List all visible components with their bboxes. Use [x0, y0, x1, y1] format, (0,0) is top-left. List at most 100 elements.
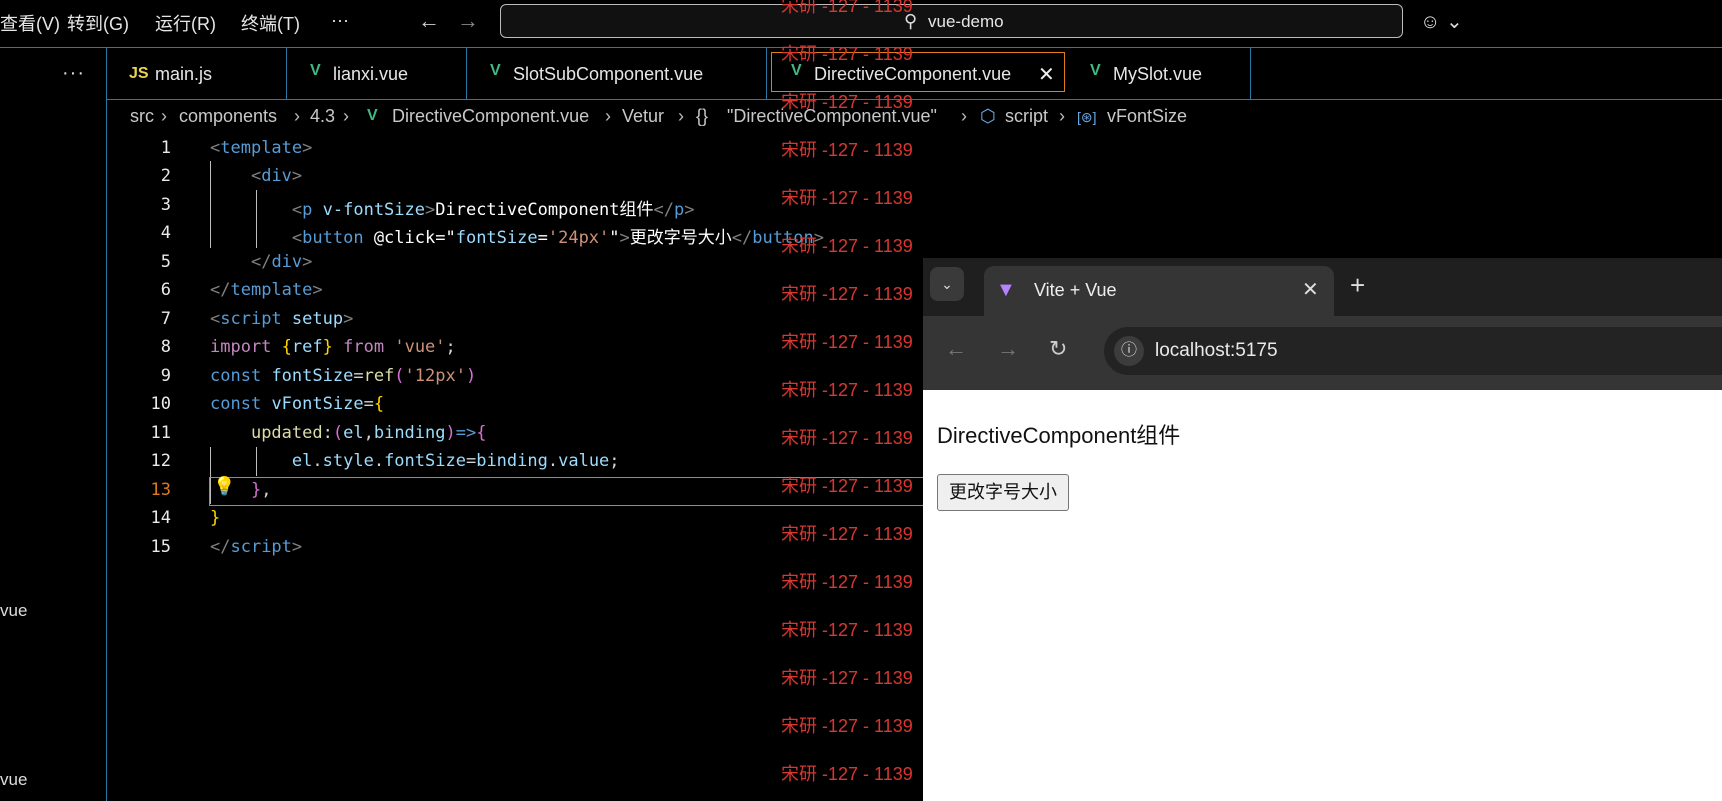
watermark-text: 宋研 -127 - 1139 [781, 572, 913, 592]
tab-myslot-vue[interactable]: V MySlot.vue [1067, 48, 1251, 100]
watermark-text: 宋研 -127 - 1139 [781, 140, 913, 160]
site-info-icon[interactable]: ⓘ [1114, 336, 1144, 366]
line-number: 11 [150, 423, 171, 443]
breadcrumb: src › components › 4.3 › V DirectiveComp… [107, 102, 1722, 132]
tab-label: DirectiveComponent.vue [814, 64, 1012, 84]
line-number: 7 [160, 309, 171, 329]
back-arrow-icon[interactable]: ← [945, 336, 967, 362]
close-tab-icon[interactable]: ✕ [1038, 62, 1055, 87]
reload-icon[interactable]: ↻ [1049, 336, 1067, 362]
chevron-right-icon: › [605, 106, 611, 126]
command-center-search[interactable]: ⚲ vue-demo [500, 4, 1403, 38]
line-number: 4 [160, 223, 171, 243]
new-tab-plus-icon[interactable]: + [1350, 270, 1365, 301]
tab-search-chevron-icon[interactable]: ⌄ [930, 267, 964, 301]
tab-main-js[interactable]: JS main.js [107, 48, 287, 100]
watermark-text: 宋研 -127 - 1139 [781, 476, 913, 496]
tab-label: MySlot.vue [1113, 64, 1203, 84]
vue-file-icon: V [310, 62, 321, 79]
forward-arrow-icon[interactable]: → [457, 8, 479, 34]
breadcrumb-folder[interactable]: 4.3 [310, 106, 335, 127]
chevron-right-icon: › [161, 106, 167, 126]
explorer-item[interactable]: vue [0, 770, 27, 790]
breadcrumb-vetur[interactable]: Vetur [622, 106, 664, 127]
menu-terminal[interactable]: 终端(T) [241, 10, 300, 36]
explorer-item[interactable]: vue [0, 601, 27, 621]
code-line-12: el.style.fontSize=binding.value; [291, 451, 620, 471]
tab-label: lianxi.vue [333, 64, 409, 84]
line-number: 15 [150, 537, 171, 557]
code-line-1: <template> [210, 138, 313, 158]
line-number: 5 [160, 252, 171, 272]
forward-arrow-icon[interactable]: → [997, 336, 1019, 362]
menu-more[interactable]: ··· [331, 10, 349, 31]
page-paragraph: DirectiveComponent组件 [937, 423, 1181, 448]
cube-icon: ⬡ [980, 106, 996, 126]
vue-file-icon: V [1090, 62, 1101, 79]
menu-run[interactable]: 运行(R) [155, 10, 216, 36]
browser-tab-active[interactable]: ▼ Vite + Vue ✕ [984, 266, 1334, 316]
back-arrow-icon[interactable]: ← [418, 8, 440, 34]
sidebar-more-icon[interactable]: ··· [62, 62, 85, 85]
breadcrumb-symbol[interactable]: vFontSize [1107, 106, 1187, 127]
line-number: 12 [150, 451, 171, 471]
variable-icon: [⊛] [1077, 109, 1097, 125]
code-line-15: </script> [210, 537, 303, 557]
watermark-text: 宋研 -127 - 1139 [781, 764, 913, 784]
tab-slotsubcomponent-vue[interactable]: V SlotSubComponent.vue [467, 48, 767, 100]
javascript-file-icon: JS [129, 65, 149, 82]
watermark-text: 宋研 -127 - 1139 [781, 92, 913, 112]
line-number: 9 [160, 366, 171, 386]
browser-page-content: DirectiveComponent组件 更改字号大小 [923, 390, 1722, 801]
code-line-4: <button @click="fontSize='24px'">更改字号大小<… [291, 228, 824, 248]
watermark-text: 宋研 -127 - 1139 [781, 332, 913, 352]
code-line-3: <p v-fontSize>DirectiveComponent组件</p> [291, 200, 695, 220]
watermark-text: 宋研 -127 - 1139 [781, 620, 913, 640]
breadcrumb-components[interactable]: components [179, 106, 277, 127]
watermark-text: 宋研 -127 - 1139 [781, 284, 913, 304]
close-tab-icon[interactable]: ✕ [1302, 277, 1319, 302]
watermark-text: 宋研 -127 - 1139 [781, 236, 913, 256]
browser-toolbar: ← → ↻ ⓘ localhost:5175 [923, 316, 1722, 390]
line-number-current: 13 [150, 480, 171, 500]
address-url: localhost:5175 [1155, 340, 1278, 361]
vite-favicon-icon: ▼ [996, 279, 1016, 301]
address-bar[interactable]: ⓘ localhost:5175 [1104, 327, 1722, 375]
line-number: 6 [160, 280, 171, 300]
chevron-right-icon: › [1059, 106, 1065, 126]
watermark-text: 宋研 -127 - 1139 [781, 380, 913, 400]
watermark-text: 宋研 -127 - 1139 [781, 188, 913, 208]
braces-icon: {} [696, 106, 709, 126]
watermark-text: 宋研 -127 - 1139 [781, 428, 913, 448]
chevron-right-icon: › [961, 106, 967, 126]
change-font-size-button[interactable]: 更改字号大小 [937, 474, 1069, 511]
code-line-9: const fontSize=ref('12px') [210, 366, 477, 386]
code-line-2: <div> [250, 166, 303, 186]
vue-file-icon: V [367, 107, 378, 124]
line-number: 10 [150, 394, 171, 414]
code-line-6: </template> [210, 280, 323, 300]
code-line-14: } [210, 508, 221, 528]
line-number: 2 [160, 166, 171, 186]
editor-tab-bar: JS main.js V lianxi.vue V SlotSubCompone… [107, 48, 1722, 100]
menu-goto[interactable]: 转到(G) [67, 10, 129, 36]
watermark-text: 宋研 -127 - 1139 [781, 0, 913, 16]
browser-tab-title: Vite + Vue [1034, 280, 1117, 300]
code-line-5: </div> [250, 252, 313, 272]
code-line-13: }, [250, 480, 272, 500]
breadcrumb-script[interactable]: script [1005, 106, 1048, 127]
code-line-10: const vFontSize={ [210, 394, 385, 414]
watermark-text: 宋研 -127 - 1139 [781, 44, 913, 64]
copilot-icon[interactable]: ☺ ⌄ [1420, 9, 1463, 34]
breadcrumb-src[interactable]: src [130, 106, 154, 127]
tab-lianxi-vue[interactable]: V lianxi.vue [287, 48, 467, 100]
tab-label: main.js [155, 64, 213, 84]
line-number: 1 [160, 138, 171, 158]
menu-view[interactable]: 查看(V) [0, 10, 60, 36]
chevron-right-icon: › [678, 106, 684, 126]
watermark-text: 宋研 -127 - 1139 [781, 668, 913, 688]
search-text: vue-demo [928, 12, 1004, 31]
vue-file-icon: V [490, 62, 501, 79]
code-line-11: updated:(el,binding)=>{ [250, 423, 487, 443]
breadcrumb-file[interactable]: DirectiveComponent.vue [392, 106, 589, 127]
